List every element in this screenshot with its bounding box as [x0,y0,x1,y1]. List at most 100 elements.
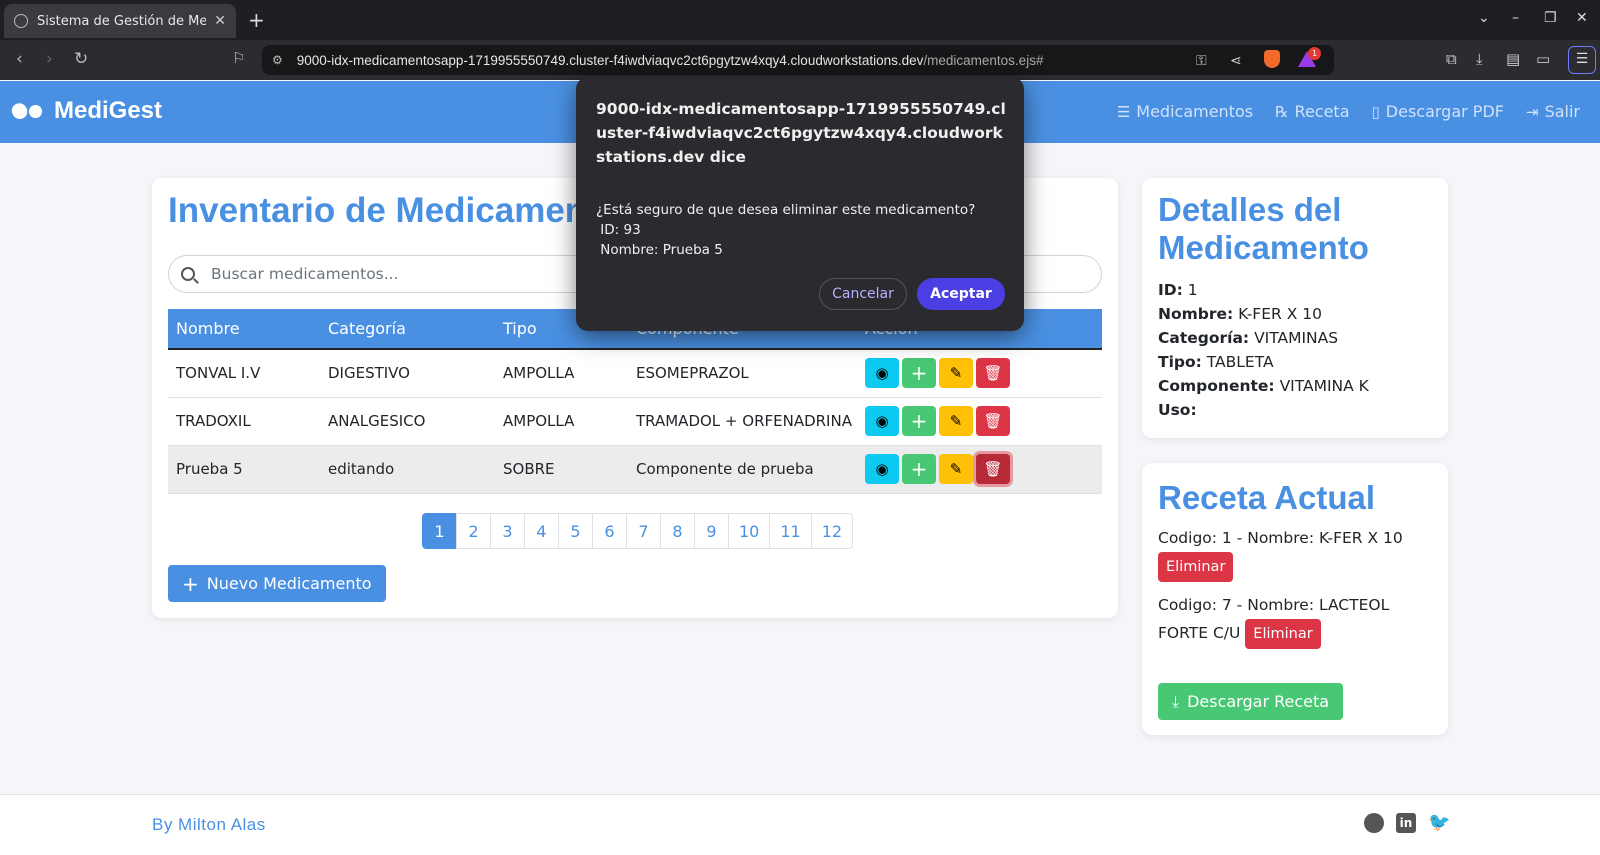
rx-icon: ℞ [1275,102,1289,121]
new-medicine-button[interactable]: + Nuevo Medicamento [168,565,386,602]
key-icon[interactable]: ⚿ [1196,53,1207,69]
download-icon: ⤓ [1172,691,1180,711]
new-tab-button[interactable]: + [248,8,265,32]
cell-categoria: DIGESTIVO [320,349,495,398]
page-link[interactable]: 4 [524,513,559,549]
view-button[interactable]: ◉ [865,454,899,484]
forward-icon[interactable]: › [46,49,53,69]
view-button[interactable]: ◉ [865,406,899,436]
plus-icon: + [182,571,199,596]
remove-recipe-item-button[interactable]: Eliminar [1245,619,1321,649]
github-icon[interactable] [1364,813,1384,833]
cell-tipo: AMPOLLA [495,349,628,398]
dialog-message-line: Nombre: Prueba 5 [596,242,723,258]
browser-menu-button[interactable]: ☰ [1568,46,1596,74]
bookmark-icon[interactable]: ⚐ [232,49,245,67]
twitter-icon[interactable]: 🐦 [1428,813,1450,833]
confirm-dialog: 9000-idx-medicamentosapp-1719955550749.c… [576,77,1024,331]
cell-tipo: SOBRE [495,445,628,494]
page-link[interactable]: 8 [660,513,695,549]
download-recipe-button[interactable]: ⤓ Descargar Receta [1158,683,1344,720]
cell-nombre: TRADOXIL [168,397,320,446]
nav-link-label: Receta [1294,102,1350,121]
address-bar[interactable]: ⚙ 9000-idx-medicamentosapp-1719955550749… [262,45,1334,75]
page-link[interactable]: 11 [769,513,812,549]
site-info-icon[interactable]: ⚙ [272,53,283,67]
detail-row: Componente: VITAMINA K [1158,374,1369,398]
plus-icon: + [910,361,928,386]
list-icon: ☰ [1116,102,1131,121]
nav-links: ☰ Medicamentos ℞ Receta ▯ Descargar PDF … [1117,102,1580,121]
logout-icon: ⇥ [1525,102,1539,121]
close-tab-icon[interactable]: ✕ [214,13,226,29]
reload-icon[interactable]: ↻ [74,49,88,69]
page-link[interactable]: 5 [558,513,593,549]
page-link[interactable]: 10 [728,513,771,549]
nav-link-salir[interactable]: ⇥ Salir [1526,102,1580,121]
page-link[interactable]: 1 [422,513,457,549]
view-button[interactable]: ◉ [865,358,899,389]
delete-button[interactable]: 🗑 [976,454,1010,484]
dialog-title: 9000-idx-medicamentosapp-1719955550749.c… [596,100,1006,166]
edit-icon: ✎ [949,460,963,478]
delete-button[interactable]: 🗑 [976,406,1010,436]
minimize-icon[interactable]: – [1512,10,1519,26]
url-text: 9000-idx-medicamentosapp-1719955550749.c… [297,53,1044,68]
plus-icon: + [910,409,928,433]
wallet-icon[interactable]: ▭ [1536,50,1550,68]
cell-actions: ◉ + ✎ 🗑 [857,349,1102,398]
table-row: Prueba 5 editando SOBRE Componente de pr… [168,445,1102,494]
tab-list-icon[interactable]: ⌄ [1478,10,1490,26]
nav-link-descargar-pdf[interactable]: ▯ Descargar PDF [1372,102,1504,121]
detail-row: ID: 1 [1158,278,1369,302]
recipe-item: Codigo: 1 - Nombre: K-FER X 10 Eliminar [1158,525,1438,582]
edit-button[interactable]: ✎ [939,406,973,436]
url-host: 9000-idx-medicamentosapp-1719955550749.c… [296,52,924,68]
accept-button[interactable]: Aceptar [917,278,1005,310]
edit-button[interactable]: ✎ [939,358,973,389]
cell-componente: TRAMADOL + ORFENADRINA [628,397,857,446]
edit-icon: ✎ [949,412,963,430]
detail-label: Uso: [1158,401,1197,419]
detail-row: Tipo: TABLETA [1158,350,1369,374]
recipe-card: Receta Actual Codigo: 1 - Nombre: K-FER … [1142,463,1448,735]
file-icon: ▯ [1371,102,1380,121]
column-header-categoria: Categoría [328,319,406,338]
extensions-icon[interactable]: ⧉ [1446,50,1457,68]
share-icon[interactable]: ⋖ [1230,53,1242,69]
cancel-button[interactable]: Cancelar [819,278,907,310]
add-to-recipe-button[interactable]: + [902,358,936,389]
table-row: TONVAL I.V DIGESTIVO AMPOLLA ESOMEPRAZOL… [168,349,1102,398]
browser-tab[interactable]: Sistema de Gestión de Medic ✕ [4,4,236,38]
page-link[interactable]: 2 [456,513,491,549]
footer: By Milton Alas in 🐦 [0,794,1600,855]
details-title: Detalles del Medicamento [1158,191,1369,266]
search-icon [181,267,195,281]
close-window-icon[interactable]: ✕ [1576,10,1588,26]
cell-categoria: ANALGESICO [320,397,495,446]
remove-recipe-item-button[interactable]: Eliminar [1158,552,1234,582]
nav-link-receta[interactable]: ℞ Receta [1275,102,1349,121]
page-link[interactable]: 9 [694,513,729,549]
page-link[interactable]: 3 [490,513,525,549]
page-link[interactable]: 6 [592,513,627,549]
brave-shield-icon[interactable] [1264,50,1280,68]
maximize-icon[interactable]: ❐ [1544,10,1557,26]
linkedin-icon[interactable]: in [1396,813,1416,833]
detail-value: VITAMINA K [1279,377,1369,395]
page-link[interactable]: 7 [626,513,661,549]
cell-tipo: AMPOLLA [495,397,628,446]
download-icon[interactable]: ⤓ [1476,50,1483,68]
brand[interactable]: MediGest [8,97,162,125]
download-recipe-label: Descargar Receta [1187,692,1330,711]
page-link[interactable]: 12 [810,513,854,549]
sidebar-icon[interactable]: ▤ [1506,50,1520,68]
nav-link-label: Salir [1544,102,1580,121]
delete-button[interactable]: 🗑 [976,358,1010,389]
back-icon[interactable]: ‹ [16,49,23,69]
edit-button[interactable]: ✎ [939,454,973,484]
detail-value: K-FER X 10 [1238,305,1322,323]
add-to-recipe-button[interactable]: + [902,454,936,484]
add-to-recipe-button[interactable]: + [902,406,936,436]
nav-link-medicamentos[interactable]: ☰ Medicamentos [1117,102,1253,121]
